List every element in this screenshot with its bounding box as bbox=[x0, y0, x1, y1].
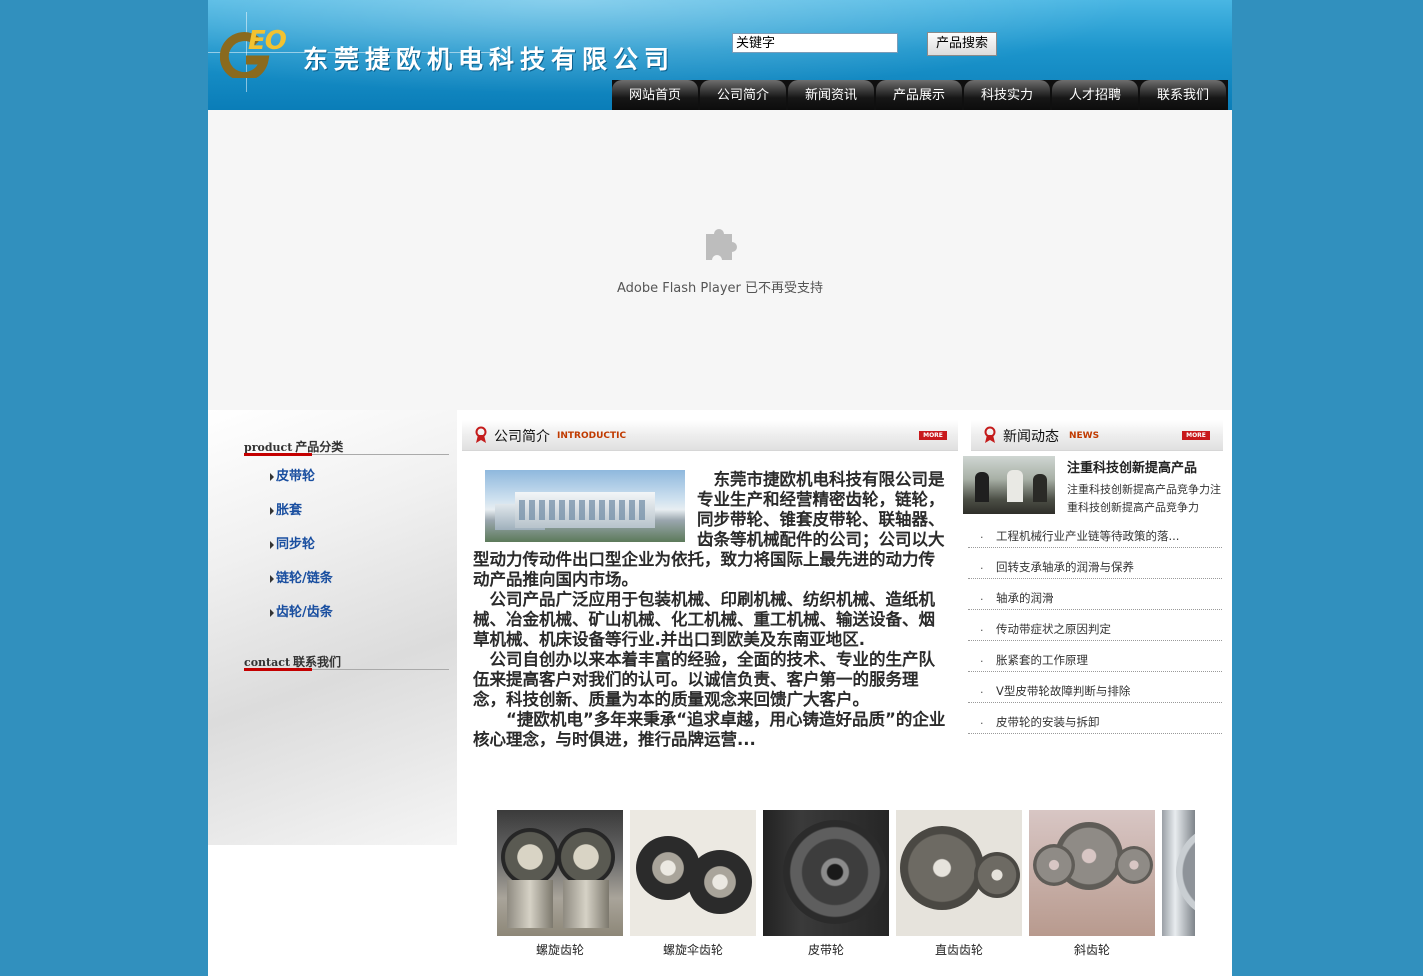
main-nav: 网站首页 公司简介 新闻资讯 产品展示 科技实力 人才招聘 联系我们 bbox=[612, 80, 1228, 110]
intro-more-button[interactable]: MORE bbox=[919, 431, 947, 440]
news-list-item[interactable]: · 回转支承轴承的润滑与保养 bbox=[968, 549, 1222, 579]
intro-paragraph: 公司自创办以来本着丰富的经验，全面的技术、专业的生产队伍来提高客户对我们的认可。… bbox=[473, 650, 935, 709]
nav-careers[interactable]: 人才招聘 bbox=[1052, 80, 1138, 110]
news-list-item[interactable]: · 轴承的润滑 bbox=[968, 580, 1222, 610]
news-list-item[interactable]: · 皮带轮的安装与拆卸 bbox=[968, 704, 1222, 734]
plugin-puzzle-icon bbox=[706, 229, 737, 260]
arrow-right-icon bbox=[270, 506, 274, 515]
intro-paragraph: 公司产品广泛应用于包装机械、印刷机械、纺织机械、造纸机械、冶金机械、矿山机械、化… bbox=[473, 590, 935, 649]
product-image-spiral-bevel-gear[interactable] bbox=[630, 810, 756, 936]
intro-title-en: INTRODUCTIC bbox=[557, 431, 627, 441]
category-item[interactable]: 链轮/链条 bbox=[270, 567, 333, 586]
intro-paragraph: “捷欧机电”多年来秉承“追求卓越，用心铸造好品质”的企业核心理念，与时俱进，推行… bbox=[473, 710, 946, 749]
product-image-pulley[interactable] bbox=[763, 810, 889, 936]
nav-products[interactable]: 产品展示 bbox=[876, 80, 962, 110]
ribbon-icon bbox=[984, 426, 996, 443]
category-item[interactable]: 同步轮 bbox=[270, 533, 315, 552]
product-label[interactable]: 斜齿轮 bbox=[1029, 941, 1155, 958]
news-title: 新闻动态 bbox=[1003, 429, 1059, 445]
page-container: EO 东莞捷欧机电科技有限公司 关键字 产品搜索 网站首页 公司简介 新闻资讯 … bbox=[208, 0, 1232, 976]
arrow-right-icon bbox=[270, 574, 274, 583]
intro-text: 东莞市捷欧机电科技有限公司是专业生产和经营精密齿轮，链轮，同步带轮、锥套皮带轮、… bbox=[473, 470, 948, 750]
news-list-item[interactable]: · 传动带症状之原因判定 bbox=[968, 611, 1222, 641]
news-featured-title[interactable]: 注重科技创新提高产品 bbox=[1067, 457, 1197, 476]
news-list-item[interactable]: · 工程机械行业产业链等待政策的落... bbox=[968, 518, 1222, 548]
category-item[interactable]: 胀套 bbox=[270, 499, 302, 518]
arrow-right-icon bbox=[270, 540, 274, 549]
product-label[interactable]: 皮带轮 bbox=[763, 941, 889, 958]
company-name: 东莞捷欧机电科技有限公司 bbox=[303, 45, 676, 74]
intro-title: 公司简介 bbox=[494, 429, 550, 445]
product-image-partial[interactable] bbox=[1162, 810, 1195, 936]
product-label[interactable]: 螺旋伞齿轮 bbox=[630, 941, 756, 958]
nav-about[interactable]: 公司简介 bbox=[700, 80, 786, 110]
news-section-header: 新闻动态 NEWS MORE bbox=[971, 420, 1223, 451]
product-image-spiral-gear[interactable] bbox=[497, 810, 623, 936]
news-title-en: NEWS bbox=[1069, 431, 1100, 441]
category-item[interactable]: 皮带轮 bbox=[270, 465, 315, 484]
news-more-button[interactable]: MORE bbox=[1182, 431, 1210, 440]
arrow-right-icon bbox=[270, 472, 274, 481]
product-label[interactable]: 直齿齿轮 bbox=[896, 941, 1022, 958]
news-list-item[interactable]: · V型皮带轮故障判断与排除 bbox=[968, 673, 1222, 703]
intro-section-header: 公司简介 INTRODUCTIC MORE bbox=[462, 420, 958, 451]
search-button[interactable]: 产品搜索 bbox=[927, 32, 997, 56]
product-label[interactable]: 螺旋齿轮 bbox=[497, 941, 623, 958]
news-list-item[interactable]: · 胀紧套的工作原理 bbox=[968, 642, 1222, 672]
news-featured-summary: 注重科技创新提高产品竞争力注重科技创新提高产品竞争力 bbox=[1067, 483, 1221, 514]
site-header: EO 东莞捷欧机电科技有限公司 关键字 产品搜索 网站首页 公司简介 新闻资讯 … bbox=[208, 0, 1232, 110]
nav-technology[interactable]: 科技实力 bbox=[964, 80, 1050, 110]
flash-unsupported-message: Adobe Flash Player 已不再受支持 bbox=[616, 281, 824, 296]
logo-text[interactable]: EO bbox=[248, 26, 287, 56]
arrow-right-icon bbox=[270, 608, 274, 617]
product-image-helical-gear[interactable] bbox=[1029, 810, 1155, 936]
sidebar: product 产品分类 皮带轮 胀套 同步轮 链轮/链条 齿轮/齿条 conta… bbox=[208, 410, 457, 845]
contact-heading: contact 联系我们 bbox=[244, 651, 457, 671]
product-category-heading: product 产品分类 bbox=[244, 436, 457, 456]
category-item[interactable]: 齿轮/齿条 bbox=[270, 601, 333, 620]
product-image-spur-gear[interactable] bbox=[896, 810, 1022, 936]
search-input[interactable]: 关键字 bbox=[732, 33, 898, 53]
nav-contact[interactable]: 联系我们 bbox=[1140, 80, 1226, 110]
flash-banner[interactable]: Adobe Flash Player 已不再受支持 bbox=[208, 110, 1232, 410]
nav-news[interactable]: 新闻资讯 bbox=[788, 80, 874, 110]
ribbon-icon bbox=[475, 426, 487, 443]
news-featured-image[interactable] bbox=[963, 456, 1055, 514]
nav-home[interactable]: 网站首页 bbox=[612, 80, 698, 110]
